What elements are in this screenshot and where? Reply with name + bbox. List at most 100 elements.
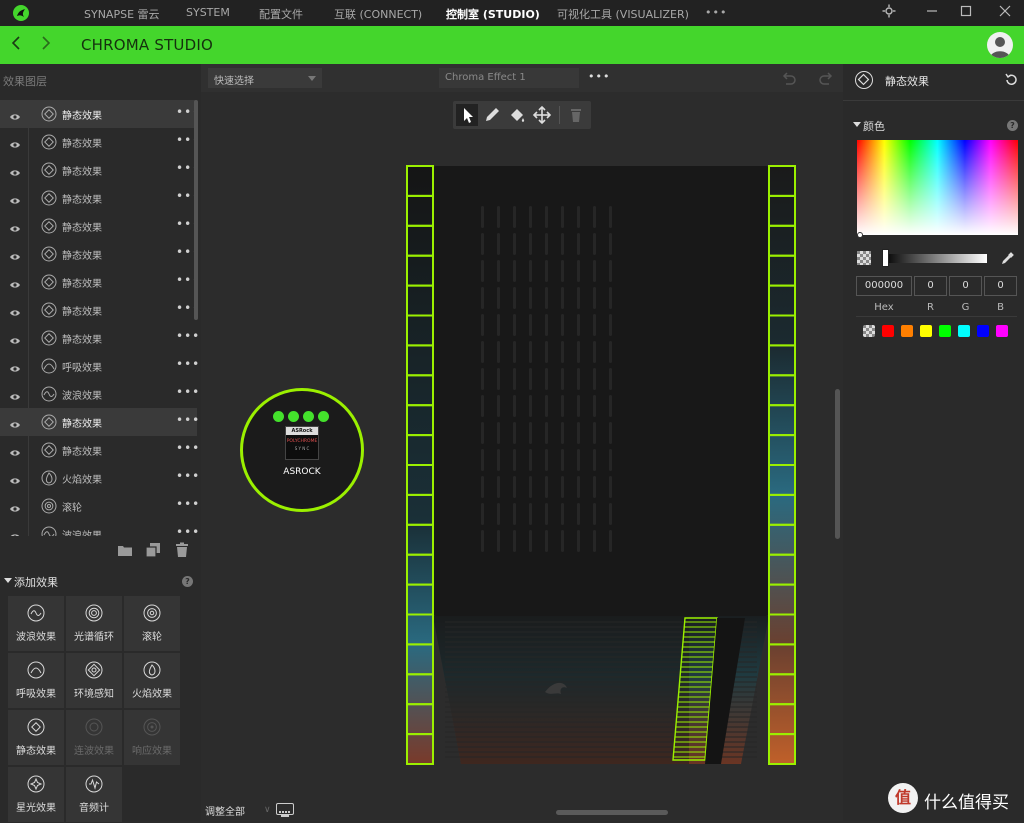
layer-more-button[interactable]: •••	[176, 497, 198, 511]
eye-icon[interactable]	[9, 472, 21, 484]
folder-icon[interactable]	[117, 542, 133, 558]
eye-icon[interactable]	[9, 248, 21, 260]
layer-row[interactable]: 静态效果 •••	[0, 268, 198, 296]
tab-synapse[interactable]: SYNAPSE 雷云	[84, 6, 160, 22]
color-swatch[interactable]	[996, 325, 1008, 337]
effect-tile[interactable]: 呼吸效果	[8, 653, 64, 708]
adjust-all-label[interactable]: 调整全部	[205, 803, 245, 818]
eye-icon[interactable]	[9, 108, 21, 120]
layer-row[interactable]: 静态效果 •••	[0, 212, 198, 240]
layer-row[interactable]: 呼吸效果 •••	[0, 352, 198, 380]
tab-system[interactable]: SYSTEM	[186, 6, 230, 19]
asrock-device[interactable]: ASRock POLYCHROME S Y N C ASROCK	[240, 388, 364, 512]
effect-tile[interactable]: 环境感知	[66, 653, 122, 708]
layer-row[interactable]: 静态效果 •••	[0, 100, 198, 128]
layer-row[interactable]: 波浪效果 •••	[0, 520, 198, 536]
effect-tile[interactable]: 静态效果	[8, 710, 64, 765]
effect-name-field[interactable]: Chroma Effect 1	[439, 68, 579, 88]
color-swatch[interactable]	[939, 325, 951, 337]
undo-icon[interactable]	[781, 70, 797, 90]
layers-scrollbar[interactable]	[194, 100, 198, 320]
eye-icon[interactable]	[9, 332, 21, 344]
effect-more-button[interactable]: •••	[588, 70, 610, 83]
eye-icon[interactable]	[9, 220, 21, 232]
trash-icon[interactable]	[174, 542, 190, 558]
keyboard-icon[interactable]	[276, 803, 294, 817]
move-tool-icon[interactable]	[531, 104, 553, 126]
color-swatch[interactable]	[920, 325, 932, 337]
eye-icon[interactable]	[9, 276, 21, 288]
layer-row[interactable]: 静态效果 •••	[0, 324, 198, 352]
tab-connect[interactable]: 互联 (CONNECT)	[334, 6, 422, 22]
layer-more-button[interactable]: •••	[176, 329, 198, 343]
settings-icon[interactable]	[881, 4, 897, 20]
brightness-slider[interactable]	[883, 254, 987, 263]
avatar[interactable]	[987, 32, 1013, 58]
nav-more-button[interactable]: •••	[705, 6, 727, 19]
eye-icon[interactable]	[9, 388, 21, 400]
swatch-transparent[interactable]	[863, 325, 875, 337]
pc-case-device[interactable]	[405, 164, 801, 770]
tab-studio[interactable]: 控制室 (STUDIO)	[446, 6, 540, 22]
reset-icon[interactable]	[1004, 72, 1018, 91]
back-arrow-icon[interactable]	[10, 34, 22, 57]
color-spectrum-picker[interactable]	[857, 140, 1018, 235]
layer-more-button[interactable]: •••	[176, 413, 198, 427]
adjust-chevron-icon[interactable]: ∨	[264, 805, 271, 815]
eye-icon[interactable]	[9, 528, 21, 536]
hex-input[interactable]: 000000	[856, 276, 912, 296]
help-icon[interactable]: ?	[1007, 120, 1018, 131]
eye-icon[interactable]	[9, 360, 21, 372]
minimize-icon[interactable]	[924, 4, 940, 20]
help-icon[interactable]: ?	[182, 576, 193, 587]
layer-row[interactable]: 静态效果 •••	[0, 296, 198, 324]
pencil-tool-icon[interactable]	[481, 104, 503, 126]
close-icon[interactable]	[997, 4, 1013, 20]
delete-tool-icon[interactable]	[565, 104, 587, 126]
eye-icon[interactable]	[9, 164, 21, 176]
layer-row[interactable]: 静态效果 •••	[0, 184, 198, 212]
redo-icon[interactable]	[818, 70, 834, 90]
quick-select-dropdown[interactable]: 快速选择	[208, 68, 322, 88]
duplicate-icon[interactable]	[145, 542, 161, 558]
tab-profiles[interactable]: 配置文件	[259, 6, 303, 22]
brightness-handle[interactable]	[882, 249, 889, 267]
layer-row[interactable]: 火焰效果 •••	[0, 464, 198, 492]
layer-row[interactable]: 波浪效果 •••	[0, 380, 198, 408]
layer-more-button[interactable]: •••	[176, 525, 198, 536]
effect-tile[interactable]: 响应效果	[124, 710, 180, 765]
effect-tile[interactable]: 波浪效果	[8, 596, 64, 651]
studio-canvas[interactable]: 快速选择 Chroma Effect 1 ••• ASRock POLYCHRO…	[201, 64, 843, 821]
fill-tool-icon[interactable]	[506, 104, 528, 126]
color-swatch[interactable]	[958, 325, 970, 337]
transparency-icon[interactable]	[857, 251, 871, 265]
layer-more-button[interactable]: •••	[176, 469, 198, 483]
effect-tile[interactable]: 光谱循环	[66, 596, 122, 651]
layer-more-button[interactable]: •••	[176, 357, 198, 371]
spectrum-cursor[interactable]	[857, 232, 863, 238]
effect-tile[interactable]: 滚轮	[124, 596, 180, 651]
layer-row[interactable]: 静态效果 •••	[0, 408, 198, 436]
r-input[interactable]: 0	[914, 276, 947, 296]
b-input[interactable]: 0	[984, 276, 1017, 296]
collapse-chevron-icon[interactable]	[4, 578, 12, 583]
eye-icon[interactable]	[9, 500, 21, 512]
g-input[interactable]: 0	[949, 276, 982, 296]
layer-more-button[interactable]: •••	[176, 441, 198, 455]
canvas-horizontal-scrollbar[interactable]	[556, 810, 668, 815]
color-swatch[interactable]	[882, 325, 894, 337]
color-swatch[interactable]	[977, 325, 989, 337]
eye-icon[interactable]	[9, 136, 21, 148]
effect-tile[interactable]: 连波效果	[66, 710, 122, 765]
layer-row[interactable]: 静态效果 •••	[0, 436, 198, 464]
canvas-vertical-scrollbar[interactable]	[835, 389, 840, 539]
layer-row[interactable]: 静态效果 •••	[0, 128, 198, 156]
eye-icon[interactable]	[9, 416, 21, 428]
collapse-chevron-icon[interactable]	[853, 122, 861, 127]
color-swatch[interactable]	[901, 325, 913, 337]
effect-tile[interactable]: 星光效果	[8, 767, 64, 822]
effect-tile[interactable]: 音频计	[66, 767, 122, 822]
pointer-tool-icon[interactable]	[456, 104, 478, 126]
eye-icon[interactable]	[9, 304, 21, 316]
layer-row[interactable]: 静态效果 •••	[0, 240, 198, 268]
